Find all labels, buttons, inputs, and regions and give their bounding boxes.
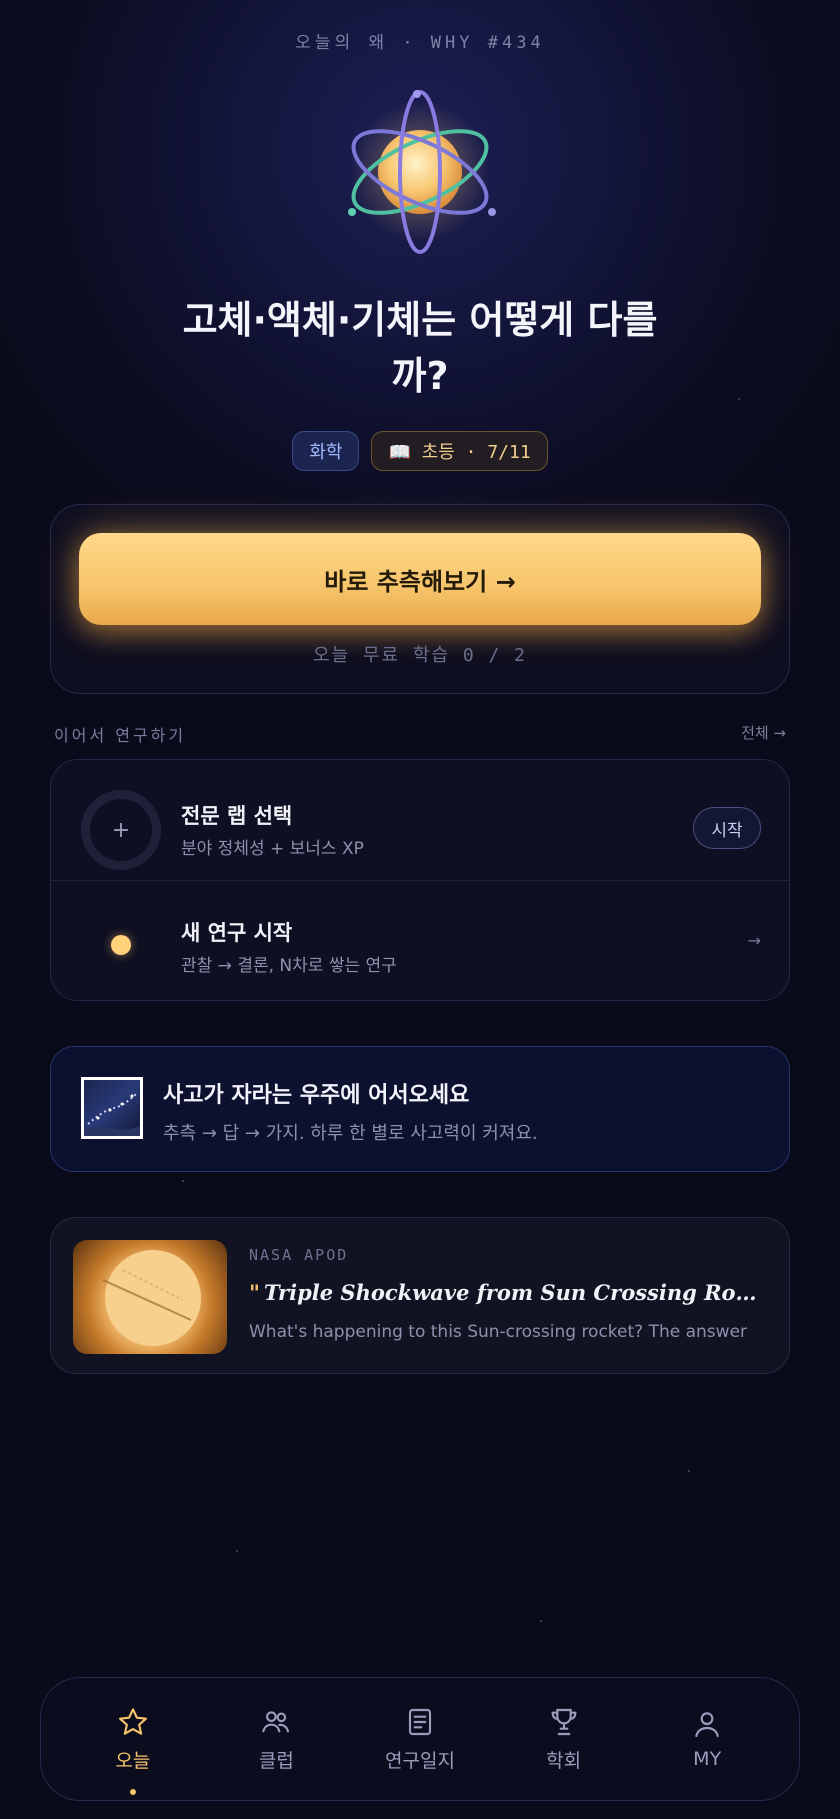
grade-progress-tag[interactable]: 📖 초등 · 7/11	[371, 431, 548, 471]
guess-now-button[interactable]: 바로 추측해보기 →	[79, 533, 761, 625]
tab-label: 학회	[546, 1749, 582, 1772]
nasa-apod-card[interactable]: NASA APOD " Triple Shockwave from Sun Cro…	[50, 1217, 790, 1374]
journal-icon	[408, 1708, 432, 1735]
question-title: 고체·액체·기체는 어떻게 다를까?	[182, 298, 658, 398]
background-star	[182, 1180, 184, 1182]
list-item-subtitle: 분야 정체성 + 보너스 XP	[181, 839, 364, 859]
tab-my[interactable]: MY	[642, 1708, 772, 1770]
start-button[interactable]: 시작	[693, 807, 761, 849]
apod-thumbnail	[73, 1240, 227, 1354]
apod-title: " Triple Shockwave from Sun Crossing Rock…	[249, 1280, 769, 1305]
apod-description: What's happening to this Sun-crossing ro…	[249, 1322, 748, 1342]
tag-row: 화학 📖 초등 · 7/11	[0, 431, 840, 471]
arrow-right-icon[interactable]: →	[748, 931, 761, 950]
why-number-kicker: 오늘의 왜 · WHY #434	[295, 33, 545, 53]
plus-icon: +	[81, 790, 161, 870]
background-star	[738, 398, 740, 400]
active-indicator	[129, 1788, 136, 1795]
people-icon	[262, 1710, 290, 1732]
section-title: 이어서 연구하기	[54, 726, 187, 745]
list-item-new-research[interactable]: 새 연구 시작 관찰 → 결론, N차로 쌓는 연구 →	[51, 880, 789, 1000]
welcome-card[interactable]: 사고가 자라는 우주에 어서오세요 추측 → 답 → 가지. 하루 한 별로 사…	[50, 1046, 790, 1172]
continue-list: + 전문 랩 선택 분야 정체성 + 보너스 XP 시작 새 연구 시작 관찰 …	[50, 759, 790, 1001]
welcome-subtitle: 추측 → 답 → 가지. 하루 한 별로 사고력이 커져요.	[163, 1123, 538, 1144]
list-item-title: 전문 랩 선택	[181, 804, 293, 828]
list-item-subtitle: 관찰 → 결론, N차로 쌓는 연구	[181, 956, 397, 976]
background-star	[688, 1470, 690, 1472]
dot-icon	[111, 935, 131, 955]
list-item-expert-lab[interactable]: + 전문 랩 선택 분야 정체성 + 보너스 XP 시작	[51, 760, 789, 880]
atom-icon	[348, 90, 496, 254]
tab-club[interactable]: 클럽	[211, 1706, 341, 1773]
background-star	[236, 1550, 238, 1552]
tab-label: MY	[693, 1748, 722, 1770]
hero-card: 바로 추측해보기 → 오늘 무료 학습 0 / 2	[50, 504, 790, 694]
subject-tag[interactable]: 화학	[292, 431, 360, 471]
tab-label: 클럽	[258, 1749, 294, 1772]
free-learning-count: 오늘 무료 학습 0 / 2	[312, 645, 528, 666]
tab-society[interactable]: 학회	[499, 1706, 629, 1773]
tab-label: 오늘	[115, 1749, 151, 1772]
person-icon	[695, 1712, 719, 1738]
bottom-tab-bar: 오늘 클럽 연구일지 학회 MY	[40, 1677, 800, 1801]
apod-title-text: Triple Shockwave from Sun Crossing Rocke…	[263, 1280, 769, 1305]
background-star	[540, 1620, 542, 1622]
tab-label: 연구일지	[385, 1749, 455, 1772]
continue-section-header: 이어서 연구하기 전체 →	[54, 722, 786, 746]
star-icon	[118, 1707, 147, 1735]
apod-source-label: NASA APOD	[249, 1246, 349, 1264]
tab-today[interactable]: 오늘	[68, 1706, 198, 1795]
tab-journal[interactable]: 연구일지	[355, 1706, 485, 1773]
galaxy-thumbnail	[81, 1077, 143, 1139]
quote-icon: "	[249, 1280, 260, 1305]
welcome-title: 사고가 자라는 우주에 어서오세요	[163, 1083, 470, 1108]
trophy-icon	[551, 1708, 576, 1735]
see-all-link[interactable]: 전체 →	[741, 722, 786, 746]
list-item-title: 새 연구 시작	[181, 921, 293, 945]
